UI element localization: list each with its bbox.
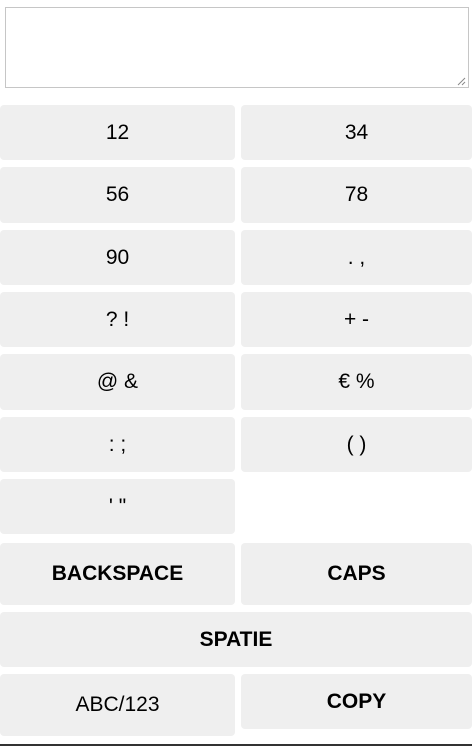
key-at-amp[interactable]: @ & bbox=[0, 354, 235, 410]
key-parens[interactable]: ( ) bbox=[241, 417, 472, 472]
mode-toggle-button[interactable]: ABC/123 bbox=[0, 674, 235, 736]
key-euro-percent[interactable]: € % bbox=[241, 354, 472, 410]
key-question-exclaim[interactable]: ? ! bbox=[0, 292, 235, 347]
backspace-button[interactable]: BACKSPACE bbox=[0, 543, 235, 605]
keyboard-page: 12 34 56 78 90 . , ? ! + - @ & € % : ; (… bbox=[0, 0, 472, 747]
key-colon-semicolon[interactable]: : ; bbox=[0, 417, 235, 472]
key-90[interactable]: 90 bbox=[0, 230, 235, 285]
key-12[interactable]: 12 bbox=[0, 105, 235, 160]
space-button[interactable]: SPATIE bbox=[0, 612, 472, 667]
key-34[interactable]: 34 bbox=[241, 105, 472, 160]
key-78[interactable]: 78 bbox=[241, 167, 472, 223]
key-56[interactable]: 56 bbox=[0, 167, 235, 223]
key-quotes[interactable]: ' " bbox=[0, 479, 235, 534]
key-plus-minus[interactable]: + - bbox=[241, 292, 472, 347]
key-dot-comma[interactable]: . , bbox=[241, 230, 472, 285]
caps-button[interactable]: CAPS bbox=[241, 543, 472, 605]
text-input[interactable] bbox=[5, 7, 469, 88]
bottom-divider bbox=[0, 744, 472, 746]
copy-button[interactable]: COPY bbox=[241, 674, 472, 729]
